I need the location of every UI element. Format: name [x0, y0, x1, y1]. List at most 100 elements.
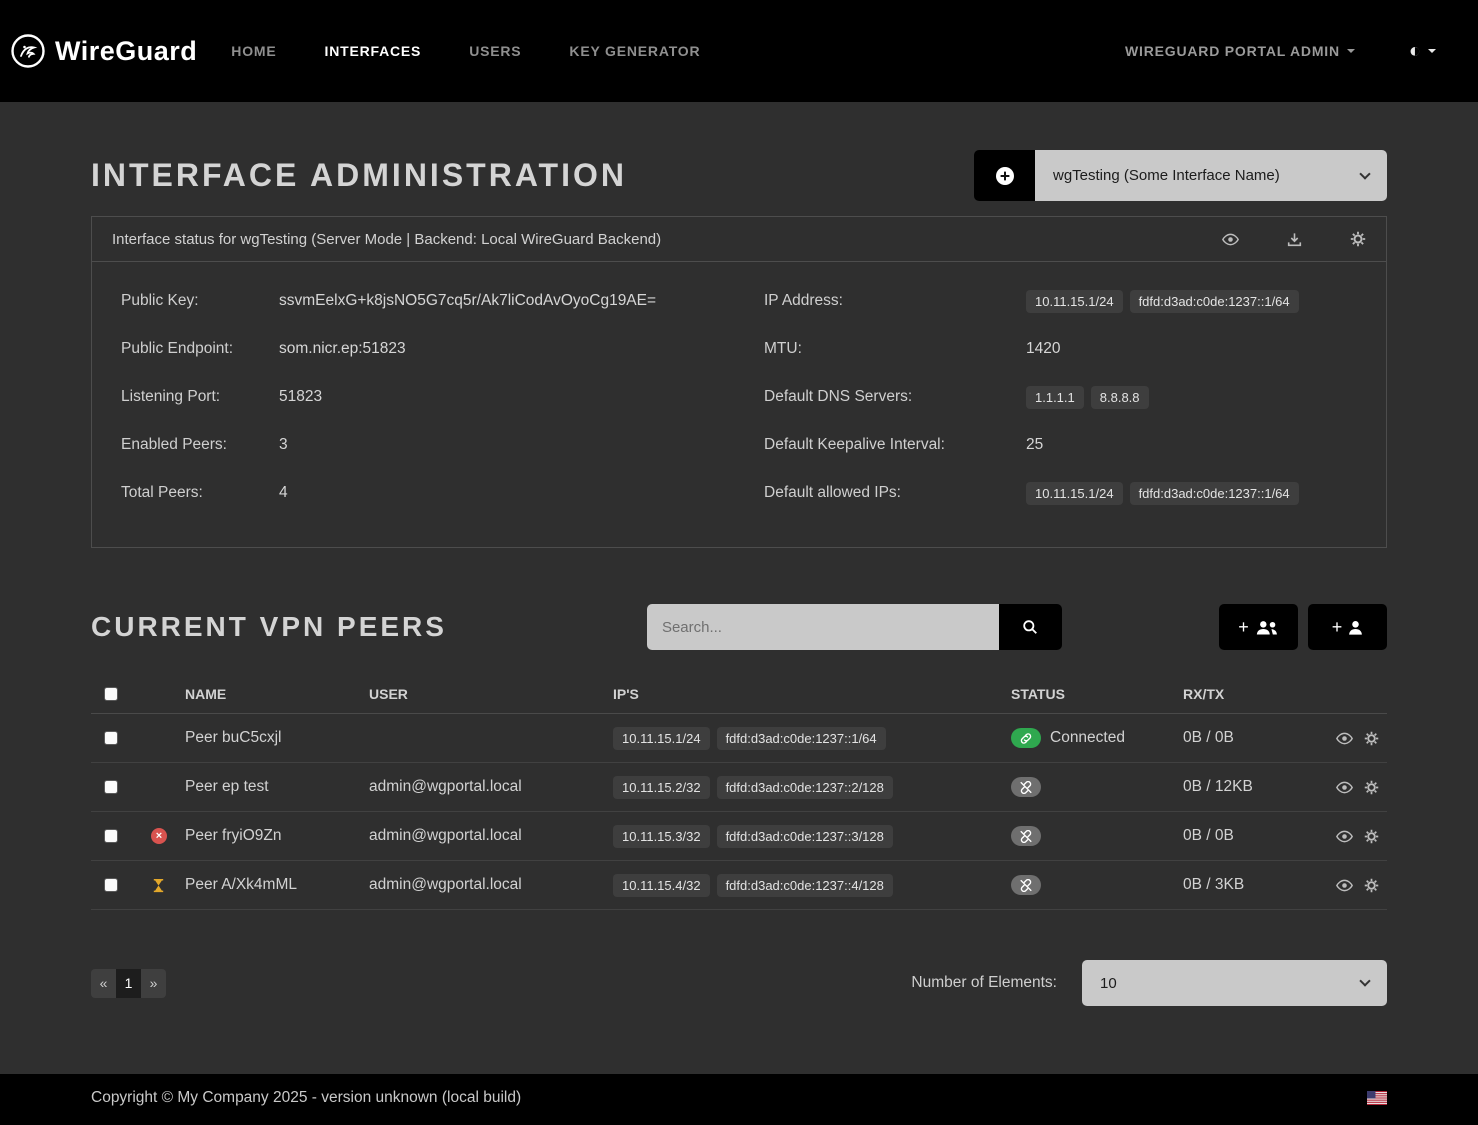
peers-header: CURRENT VPN PEERS + + [91, 604, 1387, 650]
eye-icon [1222, 233, 1239, 246]
ip-badge: fdfd:d3ad:c0de:1237::3/128 [717, 825, 893, 848]
search-icon [1022, 619, 1038, 635]
edit-peer-button[interactable] [1364, 878, 1379, 893]
row-checkbox[interactable] [104, 731, 118, 745]
add-multiple-peers-button[interactable]: + [1219, 604, 1298, 650]
search-group [647, 604, 1062, 650]
nav-item-users[interactable]: USERS [469, 43, 521, 59]
field-dns-servers: Default DNS Servers: 1.1.1.1 8.8.8.8 [764, 373, 1366, 421]
peer-rxtx: 0B / 3KB [1183, 876, 1311, 894]
field-label: Public Endpoint: [121, 340, 279, 358]
add-interface-button[interactable] [974, 150, 1035, 201]
plus-circle-icon [995, 166, 1015, 186]
view-peer-button[interactable] [1336, 731, 1353, 746]
search-button[interactable] [999, 604, 1062, 650]
peers-table-header: NAME USER IP'S STATUS RX/TX [91, 674, 1387, 714]
view-peer-button[interactable] [1336, 829, 1353, 844]
pagination-page-1[interactable]: 1 [116, 969, 141, 998]
edit-peer-button[interactable] [1364, 731, 1379, 746]
row-checkbox[interactable] [104, 780, 118, 794]
field-label: Total Peers: [121, 484, 279, 502]
field-ip-address: IP Address: 10.11.15.1/24 fdfd:d3ad:c0de… [764, 277, 1366, 325]
peer-rxtx: 0B / 0B [1183, 827, 1311, 845]
peer-user: admin@wgportal.local [369, 876, 613, 894]
pagination-prev-button[interactable]: « [91, 969, 116, 998]
add-peer-button[interactable]: + [1308, 604, 1387, 650]
caret-down-icon [1347, 49, 1355, 53]
nav-item-home[interactable]: HOME [231, 43, 276, 59]
field-label: IP Address: [764, 292, 1026, 310]
select-all-checkbox[interactable] [104, 687, 118, 701]
field-label: Default DNS Servers: [764, 388, 1026, 406]
peer-ips: 10.11.15.4/32 fdfd:d3ad:c0de:1237::4/128 [613, 874, 1011, 897]
ip-badge: fdfd:d3ad:c0de:1237::2/128 [717, 776, 893, 799]
download-interface-config-button[interactable] [1287, 231, 1302, 247]
peer-status [1011, 875, 1183, 895]
field-value: 25 [1026, 436, 1043, 454]
field-allowed-ips: Default allowed IPs: 10.11.15.1/24 fdfd:… [764, 469, 1366, 517]
top-navbar: WireGuard HOME INTERFACES USERS KEY GENE… [0, 0, 1478, 102]
peer-flag-cell [139, 878, 185, 893]
peer-actions [1311, 878, 1387, 893]
peer-rxtx: 0B / 12KB [1183, 778, 1311, 796]
view-interface-config-button[interactable] [1222, 231, 1239, 247]
view-peer-button[interactable] [1336, 878, 1353, 893]
interface-card-body: Public Key: ssvmEelxG+k8jsNO5G7cq5r/Ak7l… [92, 262, 1386, 547]
plus-sign: + [1238, 617, 1249, 638]
gear-icon [1364, 878, 1379, 893]
download-icon [1287, 232, 1302, 247]
field-value: 4 [279, 484, 288, 502]
peer-name: Peer ep test [185, 778, 369, 796]
brand-name: WireGuard [55, 36, 197, 67]
view-peer-button[interactable] [1336, 780, 1353, 795]
column-header-rxtx: RX/TX [1183, 686, 1311, 702]
main-content: INTERFACE ADMINISTRATION wgTesting (Some… [91, 150, 1387, 1006]
pagination: « 1 » [91, 969, 166, 998]
caret-down-icon [1428, 49, 1436, 53]
header-checkbox-cell [91, 687, 139, 701]
field-listening-port: Listening Port: 51823 [121, 373, 764, 421]
edit-peer-button[interactable] [1364, 829, 1379, 844]
ip-badge: 10.11.15.1/24 [1026, 482, 1123, 505]
theme-toggle-dropdown[interactable]: ◐ [1409, 40, 1436, 63]
edit-peer-button[interactable] [1364, 780, 1379, 795]
peer-status [1011, 826, 1183, 846]
peers-title: CURRENT VPN PEERS [91, 611, 447, 643]
peer-row: × Peer fryiO9Zn admin@wgportal.local 10.… [91, 812, 1387, 861]
eye-icon [1336, 830, 1353, 843]
field-mtu: MTU: 1420 [764, 325, 1366, 373]
row-checkbox[interactable] [104, 878, 118, 892]
field-label: Enabled Peers: [121, 436, 279, 454]
column-header-ips: IP'S [613, 686, 1011, 702]
user-menu-dropdown[interactable]: WIREGUARD PORTAL ADMIN [1125, 43, 1355, 59]
field-label: Default Keepalive Interval: [764, 436, 1026, 454]
user-menu-label: WIREGUARD PORTAL ADMIN [1125, 43, 1340, 59]
row-checkbox[interactable] [104, 829, 118, 843]
language-selector[interactable] [1367, 1091, 1387, 1105]
ip-badge: fdfd:d3ad:c0de:1237::1/64 [717, 727, 886, 750]
status-label: Connected [1050, 729, 1125, 747]
ip-badge: 10.11.15.2/32 [613, 776, 710, 799]
interface-card-title: Interface status for wgTesting (Server M… [112, 231, 661, 248]
interface-select[interactable]: wgTesting (Some Interface Name) [1035, 150, 1387, 201]
edit-interface-button[interactable] [1350, 231, 1366, 247]
peer-rxtx: 0B / 0B [1183, 729, 1311, 747]
eye-icon [1336, 781, 1353, 794]
pagination-next-button[interactable]: » [141, 969, 166, 998]
nav-item-key-generator[interactable]: KEY GENERATOR [569, 43, 700, 59]
peer-name: Peer A/Xk4mML [185, 876, 369, 894]
field-value: som.nicr.ep:51823 [279, 340, 406, 358]
brand-link[interactable]: WireGuard [10, 33, 197, 69]
field-label: Public Key: [121, 292, 279, 310]
disconnected-unlink-icon [1011, 826, 1041, 846]
peer-expiring-hourglass-icon [151, 878, 166, 893]
ip-badge: fdfd:d3ad:c0de:1237::4/128 [717, 874, 893, 897]
user-icon [1348, 620, 1363, 635]
nav-item-interfaces[interactable]: INTERFACES [325, 43, 422, 59]
page-size-select[interactable]: 10 [1082, 960, 1387, 1006]
ip-badge: 10.11.15.4/32 [613, 874, 710, 897]
search-input[interactable] [647, 604, 999, 650]
page-size-label: Number of Elements: [911, 974, 1057, 992]
gear-icon [1364, 780, 1379, 795]
page-head: INTERFACE ADMINISTRATION wgTesting (Some… [91, 150, 1387, 201]
